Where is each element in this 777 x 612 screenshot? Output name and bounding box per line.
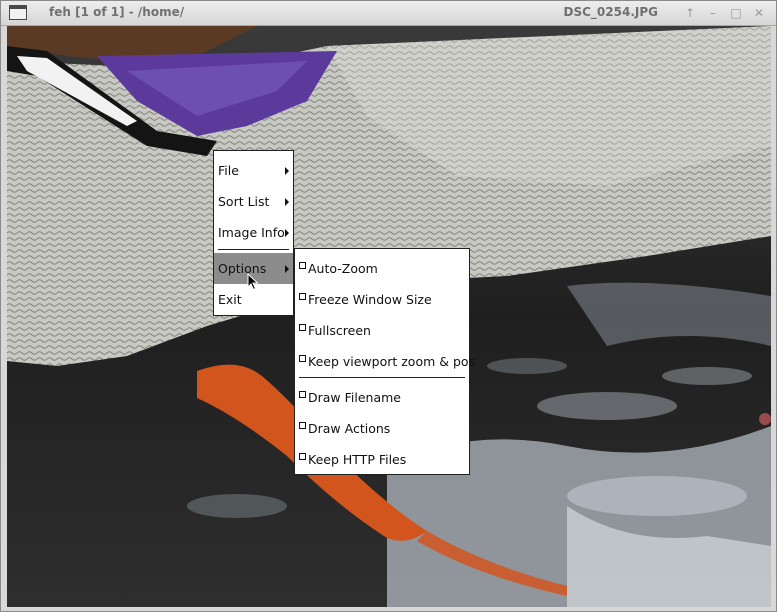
options-submenu: Auto-Zoom Freeze Window Size Fullscreen … <box>294 248 475 475</box>
mouse-cursor-icon <box>247 273 259 291</box>
option-draw-filename[interactable]: Draw Filename <box>295 382 469 413</box>
menu-item-sort-list[interactable]: Sort List <box>214 186 293 217</box>
feh-window: feh [1 of 1] - /home/ DSC_0254.JPG ↑ – □… <box>0 0 777 612</box>
option-label: Freeze Window Size <box>308 292 432 307</box>
submenu-arrow-icon <box>285 229 289 237</box>
option-auto-zoom[interactable]: Auto-Zoom <box>295 253 469 284</box>
menu-separator <box>218 249 289 250</box>
image-canvas[interactable]: File Sort List Image Info Options Exit A… <box>7 26 771 607</box>
close-icon[interactable]: ✕ <box>750 4 768 22</box>
option-draw-actions[interactable]: Draw Actions <box>295 413 469 444</box>
checkbox-icon[interactable] <box>299 262 306 269</box>
window-title-filename: DSC_0254.JPG <box>563 5 658 19</box>
maximize-icon[interactable]: □ <box>727 4 745 22</box>
title-bar[interactable]: feh [1 of 1] - /home/ DSC_0254.JPG ↑ – □… <box>1 1 776 26</box>
submenu-arrow-icon <box>285 198 289 206</box>
option-keep-http-files[interactable]: Keep HTTP Files <box>295 444 469 475</box>
checkbox-icon[interactable] <box>299 453 306 460</box>
option-label: Draw Actions <box>308 421 391 436</box>
submenu-arrow-icon <box>285 265 289 273</box>
checkbox-icon[interactable] <box>299 293 306 300</box>
option-label: Keep viewport zoom & pos <box>308 354 476 369</box>
checkbox-icon[interactable] <box>299 391 306 398</box>
app-window-icon[interactable] <box>9 5 27 20</box>
option-keep-viewport[interactable]: Keep viewport zoom & pos <box>295 346 475 377</box>
option-label: Keep HTTP Files <box>308 452 407 467</box>
menu-separator <box>299 377 465 378</box>
option-label: Auto-Zoom <box>308 261 378 276</box>
menu-item-label: Exit <box>218 292 242 307</box>
option-fullscreen[interactable]: Fullscreen <box>295 315 469 346</box>
window-title: feh [1 of 1] - /home/ <box>49 5 185 19</box>
shade-up-icon[interactable]: ↑ <box>681 4 699 22</box>
option-label: Draw Filename <box>308 390 401 405</box>
menu-item-file[interactable]: File <box>214 155 293 186</box>
menu-item-label: Image Info <box>218 225 285 240</box>
submenu-arrow-icon <box>285 167 289 175</box>
minimize-icon[interactable]: – <box>704 4 722 22</box>
option-freeze-window-size[interactable]: Freeze Window Size <box>295 284 469 315</box>
menu-item-label: File <box>218 163 239 178</box>
checkbox-icon[interactable] <box>299 324 306 331</box>
context-menu: File Sort List Image Info Options Exit <box>213 150 294 316</box>
menu-item-image-info[interactable]: Image Info <box>214 217 293 248</box>
menu-item-label: Sort List <box>218 194 270 209</box>
checkbox-icon[interactable] <box>299 422 306 429</box>
checkbox-icon[interactable] <box>299 355 306 362</box>
option-label: Fullscreen <box>308 323 371 338</box>
